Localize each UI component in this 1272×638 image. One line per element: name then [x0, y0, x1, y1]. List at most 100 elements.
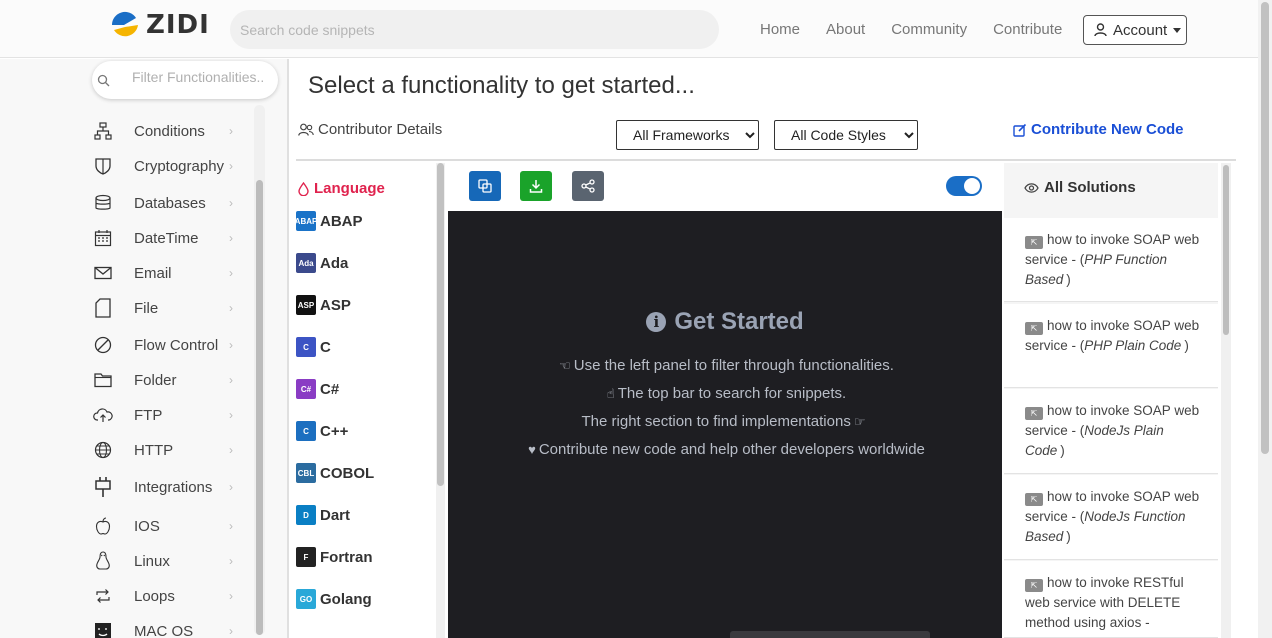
page-scrollbar-thumb[interactable] — [1261, 2, 1269, 454]
solutions-scrollbar-thumb[interactable] — [1223, 165, 1229, 335]
contribute-new-code-link[interactable]: Contribute New Code — [1013, 121, 1184, 138]
language-name: Ada — [320, 254, 349, 272]
view-toggle-switch[interactable] — [946, 176, 982, 196]
account-label: Account — [1113, 21, 1168, 39]
sidebar-item-label: MAC OS — [134, 622, 194, 638]
user-icon — [1094, 23, 1107, 37]
solution-card[interactable]: ⇱ how to invoke SOAP web service - (PHP P… — [1004, 304, 1218, 388]
instruction-line-4: ♥ Contribute new code and help other deve… — [448, 441, 1002, 458]
language-item-fortran[interactable]: F Fortran — [296, 546, 373, 568]
download-button[interactable] — [520, 171, 552, 201]
solution-suffix: ) — [1066, 272, 1071, 287]
eye-icon — [1024, 182, 1039, 193]
sidebar-item-label: Integrations — [134, 478, 213, 496]
chevron-right-icon: › — [229, 124, 233, 138]
framework-select[interactable]: All Frameworks — [616, 120, 759, 150]
instruction-line-3: The right section to find implementation… — [448, 413, 1002, 430]
chevron-right-icon: › — [229, 589, 233, 603]
sidebar-item-mac-os[interactable]: MAC OS › — [92, 619, 242, 638]
sidebar-scrollbar[interactable] — [254, 105, 265, 635]
sidebar-item-label: File — [134, 299, 159, 317]
sidebar-item-conditions[interactable]: Conditions › — [92, 119, 242, 143]
sidebar-item-file[interactable]: File › — [92, 296, 242, 320]
nav-home-link[interactable]: Home — [760, 21, 800, 38]
sidebar-item-label: FTP — [134, 406, 163, 424]
share-button[interactable] — [572, 171, 604, 201]
nav-contribute-link[interactable]: Contribute — [993, 21, 1062, 38]
language-item-c-[interactable]: C C++ — [296, 420, 348, 442]
sidebar-divider — [287, 59, 289, 638]
toggle-knob — [964, 178, 980, 194]
search-input[interactable] — [230, 10, 719, 49]
instruction-text-2: The top bar to search for snippets. — [617, 385, 847, 402]
shield-icon — [92, 155, 114, 177]
solutions-panel: All Solutions ⇱ how to invoke SOAP web se… — [1004, 163, 1218, 638]
language-name: Golang — [320, 590, 372, 608]
language-heading-label: Language — [314, 180, 385, 197]
caret-down-icon — [1173, 27, 1182, 33]
instruction-line-2: ☝ The top bar to search for snippets. — [448, 385, 1002, 402]
sidebar-item-loops[interactable]: Loops › — [92, 584, 242, 608]
droplet-icon — [298, 181, 309, 196]
sidebar-item-label: Conditions — [134, 122, 205, 140]
language-item-c-[interactable]: C# C# — [296, 378, 339, 400]
brand-logo[interactable]: ZIDI — [110, 8, 210, 42]
account-dropdown-button[interactable]: Account — [1083, 15, 1187, 45]
bottom-overlay-tab[interactable] — [730, 631, 930, 638]
solution-card[interactable]: ⇱ how to invoke RESTful web service with … — [1004, 561, 1218, 638]
nav-community-link[interactable]: Community — [891, 21, 967, 38]
language-item-ada[interactable]: Ada Ada — [296, 252, 348, 274]
solution-card[interactable]: ⇱ how to invoke SOAP web service - (NodeJ… — [1004, 475, 1218, 560]
language-item-abap[interactable]: ABAP ABAP — [295, 210, 363, 232]
sidebar-item-label: Flow Control — [134, 336, 219, 354]
sidebar-item-http[interactable]: HTTP › — [92, 438, 242, 462]
language-item-c[interactable]: CC — [296, 336, 331, 358]
filter-functionalities-input[interactable] — [132, 69, 272, 85]
sidebar-item-label: HTTP — [134, 441, 174, 459]
language-logo-icon: ASP — [296, 295, 316, 315]
sidebar-item-label: Email — [134, 264, 172, 282]
chevron-right-icon: › — [229, 231, 233, 245]
language-item-dart[interactable]: D Dart — [296, 504, 350, 526]
top-navbar: ZIDI Home About Community Contribute Acc… — [0, 0, 1258, 58]
linux-icon — [92, 550, 114, 572]
sidebar-item-databases[interactable]: Databases › — [92, 191, 242, 215]
language-name: ASP — [320, 296, 351, 314]
sidebar-scrollbar-thumb[interactable] — [256, 180, 263, 635]
repeat-icon — [92, 585, 114, 607]
sidebar-item-folder[interactable]: Folder › — [92, 368, 242, 392]
sidebar-item-ftp[interactable]: FTP › — [92, 403, 242, 427]
language-scrollbar-thumb[interactable] — [437, 163, 444, 486]
language-item-golang[interactable]: GO Golang — [296, 588, 372, 610]
chevron-right-icon: › — [229, 196, 233, 210]
sidebar-item-flow-control[interactable]: Flow Control › — [92, 333, 242, 357]
sidebar-item-integrations[interactable]: Integrations › — [92, 475, 242, 499]
page-scrollbar[interactable] — [1258, 0, 1272, 638]
filter-box[interactable] — [92, 61, 278, 99]
code-style-select[interactable]: All Code Styles — [774, 120, 918, 150]
open-link-icon: ⇱ — [1025, 322, 1043, 335]
sidebar-item-email[interactable]: Email › — [92, 261, 242, 285]
sidebar-item-ios[interactable]: IOS › — [92, 514, 242, 538]
language-scrollbar[interactable] — [436, 163, 445, 638]
sidebar-item-cryptography[interactable]: Cryptography › — [92, 154, 242, 178]
sidebar-item-datetime[interactable]: DateTime › — [92, 226, 242, 250]
solution-card[interactable]: ⇱ how to invoke SOAP web service - (PHP F… — [1004, 218, 1218, 302]
contributor-details-link[interactable]: Contributor Details — [298, 121, 442, 138]
sidebar-item-label: Linux — [134, 552, 170, 570]
sidebar-item-linux[interactable]: Linux › — [92, 549, 242, 573]
nav-about-link[interactable]: About — [826, 21, 865, 38]
ban-icon — [92, 334, 114, 356]
instruction-text-3: The right section to find implementation… — [581, 413, 851, 430]
chevron-right-icon: › — [229, 338, 233, 352]
solution-card[interactable]: ⇱ how to invoke SOAP web service - (NodeJ… — [1004, 389, 1218, 474]
code-toolbar — [448, 163, 1002, 211]
language-item-cobol[interactable]: CBL COBOL — [296, 462, 374, 484]
solution-suffix: ) — [1066, 529, 1071, 544]
page-title: Select a functionality to get started... — [308, 72, 695, 99]
solutions-scrollbar[interactable] — [1221, 163, 1231, 638]
language-item-asp[interactable]: ASP ASP — [296, 294, 351, 316]
sidebar-item-label: Cryptography — [134, 157, 225, 175]
solution-code-style: PHP Plain Code — [1084, 338, 1182, 353]
copy-button[interactable] — [469, 171, 501, 201]
